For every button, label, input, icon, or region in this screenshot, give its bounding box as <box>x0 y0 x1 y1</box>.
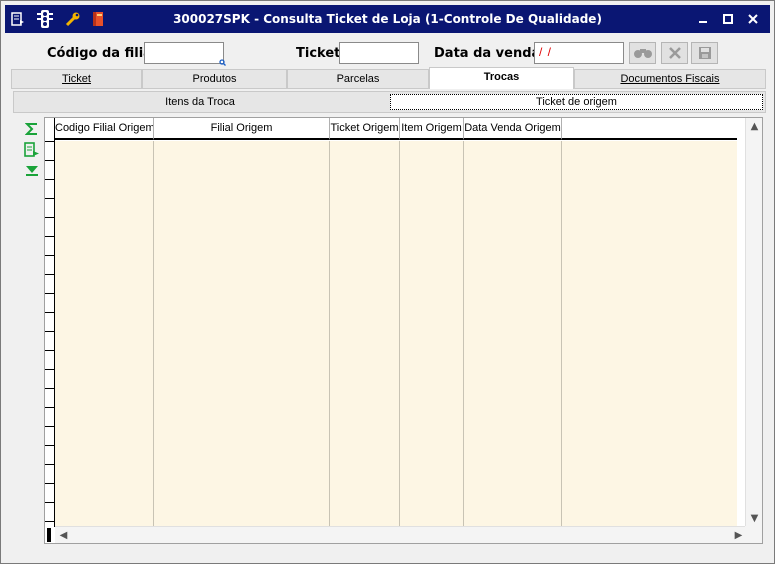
ticket-origem-grid[interactable]: Codigo Filial Origem Filial Origem Ticke… <box>44 117 763 544</box>
row-separator <box>45 217 55 218</box>
ticket-label: Ticket <box>296 46 341 61</box>
grid-header: Codigo Filial Origem Filial Origem Ticke… <box>55 118 737 140</box>
tab-documentos-fiscais[interactable]: Documentos Fiscais <box>574 69 766 89</box>
data-venda-value: / / <box>539 45 553 59</box>
data-venda-label: Data da venda <box>434 46 541 61</box>
search-glasses-button[interactable] <box>629 42 656 64</box>
column-header[interactable]: Item Origem <box>400 118 464 140</box>
sum-icon[interactable] <box>21 119 43 139</box>
tab-produtos-label: Produtos <box>192 73 237 85</box>
row-separator <box>45 369 55 370</box>
column-divider <box>561 141 562 527</box>
column-divider <box>329 141 330 527</box>
column-header[interactable]: Codigo Filial Origem <box>55 118 154 140</box>
x-icon <box>668 47 681 59</box>
column-header[interactable]: Data Venda Origem <box>464 118 562 140</box>
scroll-corner <box>745 526 762 543</box>
lookup-icon[interactable] <box>219 59 226 66</box>
row-indicator <box>47 528 51 542</box>
close-icon[interactable] <box>742 8 764 30</box>
row-separator <box>45 502 55 503</box>
tab-produtos[interactable]: Produtos <box>142 69 287 89</box>
binoculars-icon <box>633 49 652 58</box>
row-separator <box>45 141 55 142</box>
title-bar: 300027SPK - Consulta Ticket de Loja (1-C… <box>5 5 770 33</box>
filter-down-icon[interactable] <box>21 161 43 181</box>
save-button[interactable] <box>691 42 718 64</box>
subtab-itens-da-troca-label: Itens da Troca <box>165 96 235 108</box>
clear-button[interactable] <box>661 42 688 64</box>
tab-trocas[interactable]: Trocas <box>429 67 574 89</box>
maximize-icon[interactable] <box>717 8 739 30</box>
column-header-filler <box>562 118 737 140</box>
subtab-ticket-de-origem-label: Ticket de origem <box>536 96 617 108</box>
tab-ticket[interactable]: Ticket <box>11 69 142 89</box>
row-separator <box>45 274 55 275</box>
row-separator <box>45 179 55 180</box>
row-separator <box>45 236 55 237</box>
minimize-icon[interactable] <box>692 8 714 30</box>
filial-input[interactable] <box>144 42 226 66</box>
wrench-icon[interactable] <box>62 8 84 30</box>
row-separator <box>45 521 55 522</box>
row-separator <box>45 407 55 408</box>
main-tabs: Ticket Produtos Parcelas Trocas Document… <box>11 67 766 89</box>
tab-parcelas-label: Parcelas <box>336 73 380 85</box>
row-separator <box>45 483 55 484</box>
scroll-down-icon[interactable]: ▼ <box>746 510 763 527</box>
row-separator <box>45 255 55 256</box>
book-icon[interactable] <box>87 8 109 30</box>
row-separator <box>45 445 55 446</box>
column-header[interactable]: Ticket Origem <box>330 118 400 140</box>
column-divider <box>399 141 400 527</box>
window-title: 300027SPK - Consulta Ticket de Loja (1-C… <box>173 12 602 26</box>
filial-label: Código da filial <box>47 46 157 61</box>
export-icon[interactable] <box>21 140 43 160</box>
row-separator <box>45 160 55 161</box>
scroll-left-icon[interactable]: ◀ <box>55 527 72 544</box>
row-separator <box>45 331 55 332</box>
row-separator <box>45 426 55 427</box>
scroll-up-icon[interactable]: ▲ <box>746 118 763 135</box>
tab-documentos-fiscais-label: Documentos Fiscais <box>620 73 720 85</box>
row-separator <box>45 350 55 351</box>
window: 300027SPK - Consulta Ticket de Loja (1-C… <box>0 0 775 564</box>
horizontal-scrollbar[interactable]: ◀ ▶ <box>55 526 747 543</box>
row-separator <box>45 312 55 313</box>
row-separator <box>45 293 55 294</box>
tab-ticket-label: Ticket <box>62 73 91 85</box>
grid-body[interactable] <box>55 141 737 527</box>
row-separator <box>45 198 55 199</box>
row-header-column <box>45 118 55 527</box>
subtab-ticket-de-origem[interactable]: Ticket de origem <box>390 94 763 110</box>
column-header[interactable]: Filial Origem <box>154 118 330 140</box>
column-divider <box>153 141 154 527</box>
row-separator <box>45 464 55 465</box>
tab-parcelas[interactable]: Parcelas <box>287 69 429 89</box>
tab-trocas-label: Trocas <box>483 71 520 83</box>
sub-tabs: Itens da Troca Ticket de origem <box>13 91 766 113</box>
traffic-light-icon[interactable] <box>34 8 56 30</box>
row-separator <box>45 388 55 389</box>
grid-toolbar <box>21 119 43 182</box>
menu-icon[interactable] <box>7 8 29 30</box>
column-divider <box>463 141 464 527</box>
subtab-itens-da-troca[interactable]: Itens da Troca <box>14 92 386 112</box>
ticket-input[interactable] <box>339 42 419 64</box>
vertical-scrollbar[interactable]: ▲ ▼ <box>745 118 762 527</box>
data-venda-input[interactable]: / / <box>534 42 624 64</box>
floppy-icon <box>698 47 711 59</box>
